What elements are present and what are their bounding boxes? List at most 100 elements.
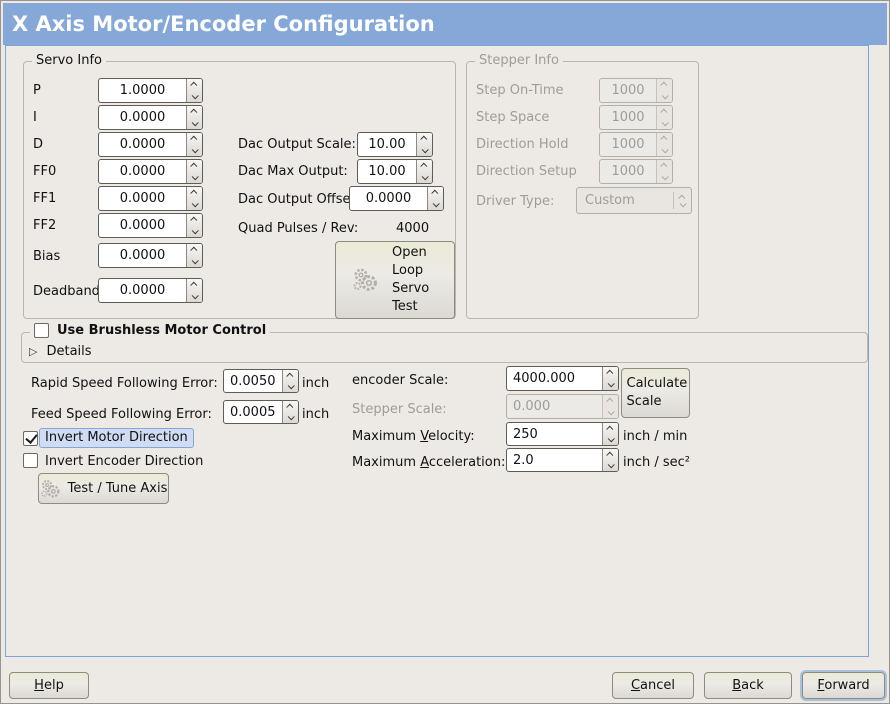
spin-buttons[interactable]: [186, 244, 202, 267]
feed-following-error-label: Feed Speed Following Error:: [31, 406, 212, 423]
p-spinbox[interactable]: 1.0000: [98, 78, 203, 103]
spin-buttons[interactable]: [186, 160, 202, 183]
rapid-following-error-spinbox[interactable]: 0.0050: [223, 369, 299, 393]
spin-down-icon[interactable]: [603, 460, 618, 471]
spin-down-icon[interactable]: [187, 226, 202, 238]
spin-buttons[interactable]: [186, 106, 202, 129]
maximum-velocity-value[interactable]: 250: [507, 423, 602, 445]
spin-buttons[interactable]: [427, 187, 443, 210]
bias-spinbox[interactable]: 0.0000: [98, 243, 203, 268]
spin-down-icon[interactable]: [428, 199, 443, 211]
feed-following-error-value[interactable]: 0.0005: [224, 401, 282, 423]
help-button[interactable]: Help: [9, 672, 89, 699]
dac-output-scale-value[interactable]: 10.00: [358, 133, 416, 156]
spin-down-icon[interactable]: [417, 172, 432, 184]
spin-buttons[interactable]: [282, 370, 298, 392]
spin-buttons[interactable]: [416, 133, 432, 156]
dac-output-offset-value[interactable]: 0.0000: [350, 187, 427, 210]
spin-buttons: [656, 133, 672, 156]
spin-up-icon[interactable]: [187, 106, 202, 118]
expander-triangle-icon[interactable]: ▷: [29, 345, 37, 359]
spin-up-icon[interactable]: [187, 160, 202, 172]
spin-up-icon[interactable]: [187, 79, 202, 91]
spin-down-icon[interactable]: [187, 145, 202, 157]
feed-following-error-spinbox[interactable]: 0.0005: [223, 400, 299, 424]
use-brushless-checkbox[interactable]: [34, 323, 49, 338]
spin-down-icon[interactable]: [187, 291, 202, 303]
open-loop-servo-test-button[interactable]: Open Loop Servo Test: [335, 241, 455, 319]
spin-up-icon[interactable]: [417, 160, 432, 172]
spin-up-icon[interactable]: [417, 133, 432, 145]
invert-motor-checkbox[interactable]: [23, 431, 38, 446]
back-button[interactable]: Back: [704, 672, 792, 699]
spin-buttons[interactable]: [282, 401, 298, 423]
open-loop-servo-test-label: Open Loop Servo Test: [392, 244, 438, 316]
ff0-value[interactable]: 0.0000: [99, 160, 186, 183]
spin-buttons[interactable]: [186, 133, 202, 156]
spin-down-icon[interactable]: [603, 434, 618, 445]
invert-motor-label[interactable]: Invert Motor Direction: [39, 428, 194, 448]
ff0-spinbox[interactable]: 0.0000: [98, 159, 203, 184]
dac-max-output-value[interactable]: 10.00: [358, 160, 416, 183]
spin-buttons[interactable]: [186, 79, 202, 102]
spin-up-icon[interactable]: [603, 423, 618, 434]
encoder-scale-spinbox[interactable]: 4000.000: [506, 366, 619, 391]
forward-button[interactable]: Forward: [802, 672, 885, 699]
calculate-scale-button[interactable]: Calculate Scale: [621, 368, 690, 418]
maximum-acceleration-spinbox[interactable]: 2.0: [506, 448, 619, 472]
invert-encoder-label[interactable]: Invert Encoder Direction: [45, 453, 203, 470]
spin-down-icon[interactable]: [187, 172, 202, 184]
rapid-following-error-value[interactable]: 0.0050: [224, 370, 282, 392]
spin-up-icon[interactable]: [603, 367, 618, 379]
gears-icon: [40, 478, 62, 500]
maximum-velocity-spinbox[interactable]: 250: [506, 422, 619, 446]
d-spinbox[interactable]: 0.0000: [98, 132, 203, 157]
ff1-value[interactable]: 0.0000: [99, 187, 186, 210]
deadband-value[interactable]: 0.0000: [99, 279, 186, 302]
spin-down-icon[interactable]: [283, 412, 298, 423]
spin-up-icon[interactable]: [283, 401, 298, 412]
details-label[interactable]: Details: [46, 344, 91, 359]
test-tune-axis-button[interactable]: Test / Tune Axis: [38, 473, 169, 504]
dac-output-scale-spinbox[interactable]: 10.00: [357, 132, 433, 157]
spin-up-icon[interactable]: [428, 187, 443, 199]
spin-buttons[interactable]: [602, 423, 618, 445]
spin-down-icon[interactable]: [187, 199, 202, 211]
p-value[interactable]: 1.0000: [99, 79, 186, 102]
spin-down-icon[interactable]: [187, 91, 202, 103]
d-value[interactable]: 0.0000: [99, 133, 186, 156]
spin-up-icon[interactable]: [187, 187, 202, 199]
i-value[interactable]: 0.0000: [99, 106, 186, 129]
spin-buttons[interactable]: [602, 367, 618, 390]
spin-buttons[interactable]: [416, 160, 432, 183]
spin-buttons[interactable]: [186, 187, 202, 210]
spin-buttons[interactable]: [186, 214, 202, 237]
spin-down-icon[interactable]: [603, 379, 618, 391]
spin-down-icon[interactable]: [283, 381, 298, 392]
i-spinbox[interactable]: 0.0000: [98, 105, 203, 130]
spin-down-icon[interactable]: [187, 256, 202, 268]
spin-up-icon[interactable]: [603, 449, 618, 460]
spin-up-icon[interactable]: [187, 279, 202, 291]
spin-buttons[interactable]: [186, 279, 202, 302]
use-brushless-label[interactable]: Use Brushless Motor Control: [57, 323, 266, 338]
bias-value[interactable]: 0.0000: [99, 244, 186, 267]
details-expander[interactable]: ▷ Details: [29, 344, 92, 359]
spin-up-icon[interactable]: [187, 244, 202, 256]
encoder-scale-value[interactable]: 4000.000: [507, 367, 602, 390]
spin-up-icon[interactable]: [187, 214, 202, 226]
deadband-spinbox[interactable]: 0.0000: [98, 278, 203, 303]
spin-down-icon[interactable]: [417, 145, 432, 157]
spin-up-icon[interactable]: [187, 133, 202, 145]
ff2-value[interactable]: 0.0000: [99, 214, 186, 237]
spin-up-icon[interactable]: [283, 370, 298, 381]
ff2-spinbox[interactable]: 0.0000: [98, 213, 203, 238]
spin-down-icon[interactable]: [187, 118, 202, 130]
cancel-button[interactable]: Cancel: [612, 672, 694, 699]
dac-max-output-spinbox[interactable]: 10.00: [357, 159, 433, 184]
maximum-acceleration-value[interactable]: 2.0: [507, 449, 602, 471]
dac-output-offset-spinbox[interactable]: 0.0000: [349, 186, 444, 211]
ff1-spinbox[interactable]: 0.0000: [98, 186, 203, 211]
spin-buttons[interactable]: [602, 449, 618, 471]
invert-encoder-checkbox[interactable]: [23, 453, 38, 468]
